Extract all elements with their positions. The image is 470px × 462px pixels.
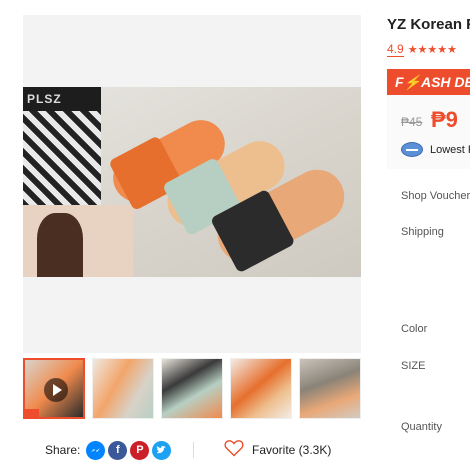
- thumbnail-video[interactable]: [23, 358, 85, 419]
- current-price: ₱9: [431, 107, 458, 132]
- play-icon[interactable]: [44, 378, 68, 402]
- share-divider: [193, 442, 194, 458]
- lowest-price-badge-icon: [401, 142, 423, 157]
- thumbnail-5[interactable]: [299, 358, 361, 419]
- price-box: ₱45 ₱9 Lowest F: [387, 95, 470, 169]
- quantity-label: Quantity: [401, 421, 442, 433]
- facebook-icon[interactable]: f: [108, 440, 128, 460]
- twitter-icon[interactable]: [152, 440, 172, 460]
- lowest-price-label: Lowest F: [430, 144, 470, 156]
- product-title: YZ Korean Fa: [387, 16, 470, 33]
- share-bar: Share: f P: [45, 440, 174, 460]
- rating-value: 4.9: [387, 42, 404, 57]
- shop-vouchers-label: Shop Vouchers: [401, 190, 470, 202]
- product-card: PLSZ Share: f P Favorite (3.3K) YZ Korea…: [0, 0, 470, 462]
- favorite-button[interactable]: Favorite (3.3K): [224, 439, 332, 462]
- pinterest-icon[interactable]: P: [130, 440, 150, 460]
- thumbnail-4[interactable]: [230, 358, 292, 419]
- messenger-icon[interactable]: [86, 440, 106, 460]
- color-label: Color: [401, 323, 428, 335]
- favorite-label: Favorite (3.3K): [252, 443, 332, 457]
- share-label: Share:: [45, 443, 81, 457]
- heart-icon[interactable]: [224, 439, 244, 462]
- magazine-image: [23, 205, 133, 277]
- thumbnail-strip: [23, 358, 363, 420]
- star-rating-icon: ★★★★★: [407, 44, 457, 56]
- thumbnail-3[interactable]: [161, 358, 223, 419]
- main-product-image[interactable]: PLSZ: [23, 15, 361, 353]
- flash-deal-banner: F⚡ASH DEA: [387, 69, 470, 95]
- thumbnail-2[interactable]: [92, 358, 154, 419]
- bag-label: PLSZ: [23, 87, 101, 111]
- shipping-label: Shipping: [401, 226, 444, 238]
- rating[interactable]: 4.9 ★★★★★: [387, 42, 457, 57]
- product-photo: PLSZ: [23, 87, 361, 277]
- original-price: ₱45: [401, 115, 423, 129]
- size-label: SIZE: [401, 360, 426, 372]
- video-tag-icon: [25, 409, 39, 417]
